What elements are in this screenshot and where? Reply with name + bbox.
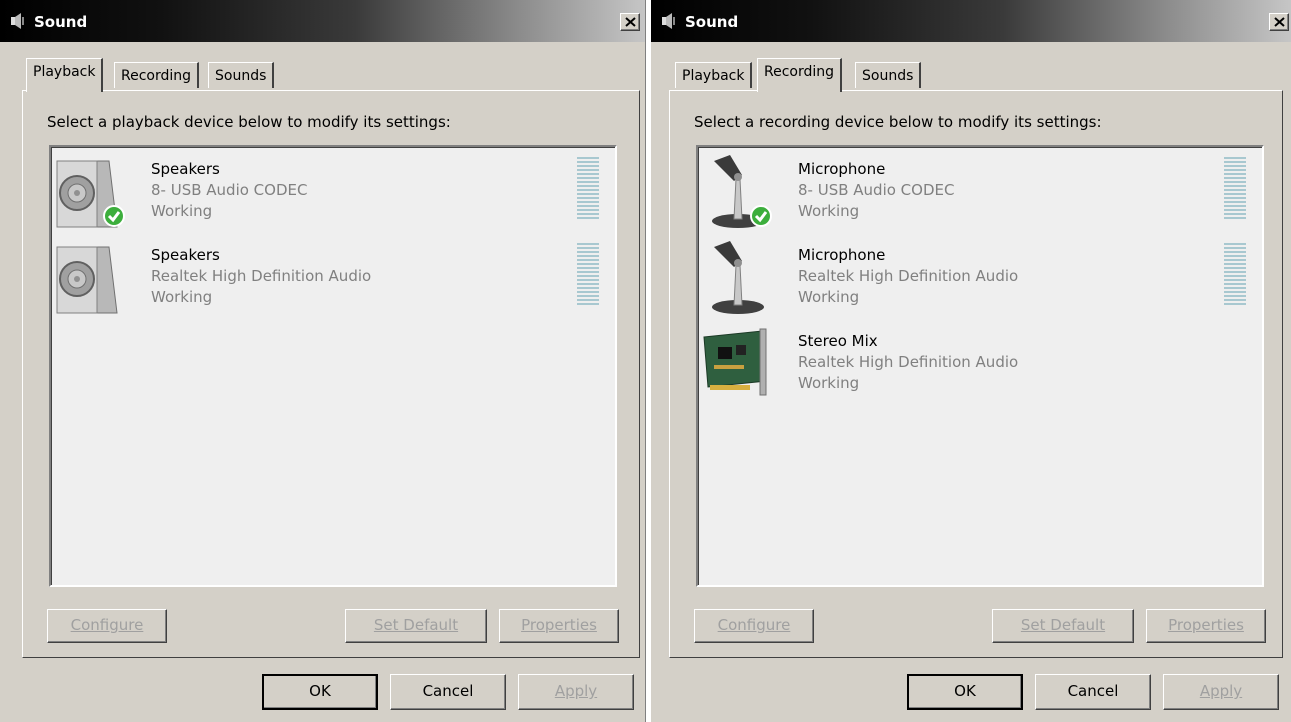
- tab-recording[interactable]: Recording: [114, 62, 200, 88]
- speaker-icon: [53, 155, 125, 231]
- microphone-icon: [700, 241, 772, 317]
- cancel-button[interactable]: Cancel: [390, 674, 506, 710]
- device-status: Working: [798, 374, 860, 392]
- device-status: Working: [798, 288, 860, 306]
- ok-button[interactable]: OK: [907, 674, 1023, 710]
- device-name: Speakers: [151, 246, 220, 264]
- device-name: Microphone: [798, 246, 886, 264]
- title-bar[interactable]: Sound: [651, 0, 1291, 42]
- properties-button[interactable]: Properties: [1146, 609, 1266, 643]
- device-item[interactable]: Stereo Mix Realtek High Definition Audio…: [698, 321, 1262, 407]
- device-list[interactable]: Microphone 8- USB Audio CODEC Working Mi…: [696, 145, 1264, 587]
- device-item[interactable]: Speakers 8- USB Audio CODEC Working: [51, 149, 615, 235]
- device-name: Speakers: [151, 160, 220, 178]
- device-driver: Realtek High Definition Audio: [798, 353, 1019, 371]
- instruction-text: Select a playback device below to modify…: [47, 113, 451, 131]
- level-meter: [1224, 157, 1246, 221]
- close-icon: [1274, 17, 1285, 27]
- set-default-button[interactable]: Set Default: [992, 609, 1134, 643]
- device-status: Working: [151, 202, 213, 220]
- instruction-text: Select a recording device below to modif…: [694, 113, 1102, 131]
- cancel-button[interactable]: Cancel: [1035, 674, 1151, 710]
- device-name: Stereo Mix: [798, 332, 878, 350]
- sound-window-recording: Sound Playback Recording Sounds Select a…: [651, 0, 1291, 722]
- device-status: Working: [151, 288, 213, 306]
- tab-recording[interactable]: Recording: [757, 58, 843, 92]
- close-button[interactable]: [620, 13, 640, 31]
- device-item[interactable]: Microphone 8- USB Audio CODEC Working: [698, 149, 1262, 235]
- close-icon: [625, 17, 636, 27]
- speaker-icon: [661, 12, 677, 34]
- level-meter: [1224, 243, 1246, 307]
- level-meter: [577, 157, 599, 221]
- apply-button[interactable]: Apply: [1163, 674, 1279, 710]
- tab-panel: Select a playback device below to modify…: [22, 90, 640, 658]
- tab-playback[interactable]: Playback: [26, 58, 104, 92]
- configure-button[interactable]: Configure: [47, 609, 167, 643]
- apply-button[interactable]: Apply: [518, 674, 634, 710]
- title-bar[interactable]: Sound: [0, 0, 645, 42]
- level-meter: [577, 243, 599, 307]
- properties-button[interactable]: Properties: [499, 609, 619, 643]
- device-item[interactable]: Microphone Realtek High Definition Audio…: [698, 235, 1262, 321]
- tab-panel: Select a recording device below to modif…: [669, 90, 1283, 658]
- set-default-button[interactable]: Set Default: [345, 609, 487, 643]
- tab-sounds[interactable]: Sounds: [855, 62, 922, 88]
- tab-playback[interactable]: Playback: [675, 62, 753, 88]
- window-title: Sound: [34, 13, 88, 31]
- speaker-icon: [53, 241, 125, 317]
- device-driver: Realtek High Definition Audio: [151, 267, 372, 285]
- device-status: Working: [798, 202, 860, 220]
- window-title: Sound: [685, 13, 739, 31]
- tab-sounds[interactable]: Sounds: [208, 62, 275, 88]
- default-device-check-icon: [103, 205, 125, 227]
- ok-button[interactable]: OK: [262, 674, 378, 710]
- speaker-icon: [10, 12, 26, 34]
- device-driver: Realtek High Definition Audio: [798, 267, 1019, 285]
- close-button[interactable]: [1269, 13, 1289, 31]
- device-driver: 8- USB Audio CODEC: [151, 181, 308, 199]
- device-driver: 8- USB Audio CODEC: [798, 181, 955, 199]
- sound-window-playback: Sound Playback Recording Sounds Select a…: [0, 0, 646, 722]
- device-item[interactable]: Speakers Realtek High Definition Audio W…: [51, 235, 615, 321]
- device-list[interactable]: Speakers 8- USB Audio CODEC Working Spea…: [49, 145, 617, 587]
- default-device-check-icon: [750, 205, 772, 227]
- device-name: Microphone: [798, 160, 886, 178]
- microphone-icon: [700, 155, 772, 231]
- sound-card-icon: [700, 327, 772, 403]
- configure-button[interactable]: Configure: [694, 609, 814, 643]
